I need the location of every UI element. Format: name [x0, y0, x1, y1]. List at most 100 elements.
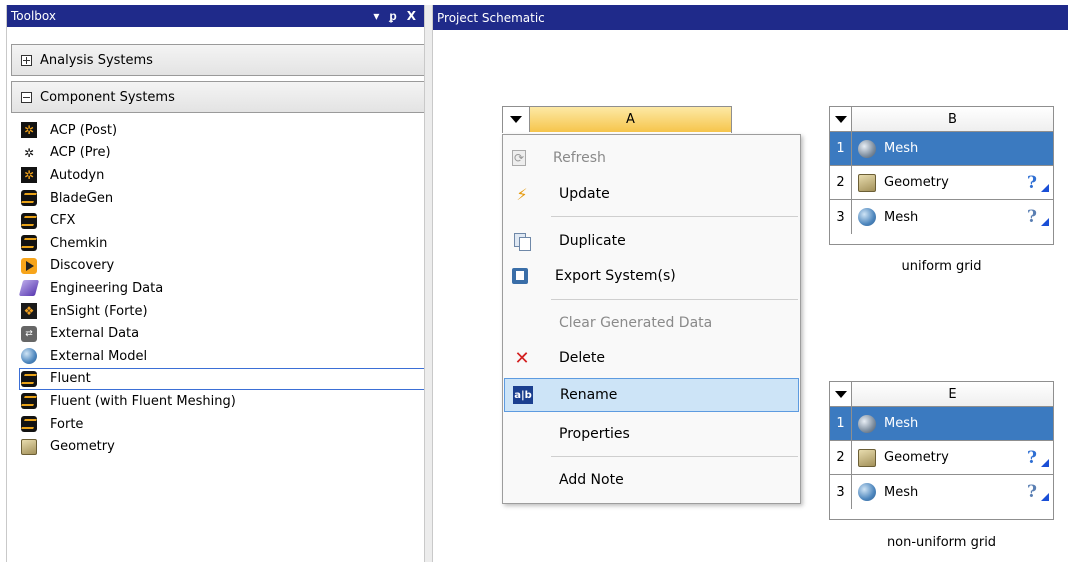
- toolbox-item-acp-post[interactable]: ✲ ACP (Post): [19, 119, 425, 142]
- system-caption[interactable]: uniform grid: [829, 259, 1054, 274]
- system-menu-arrow-icon[interactable]: [503, 107, 530, 132]
- group-label: Analysis Systems: [40, 52, 153, 68]
- system-cell-mesh[interactable]: 3 Mesh ?: [830, 475, 1053, 509]
- toolbox-item-engineering-data[interactable]: Engineering Data: [18, 277, 425, 300]
- toolbox-item-geometry[interactable]: Geometry: [19, 435, 425, 458]
- delete-icon: ✕: [514, 347, 530, 369]
- panel-splitter[interactable]: [424, 5, 433, 562]
- toolbox-item-acp-pre[interactable]: ✲ ACP (Pre): [19, 142, 425, 165]
- toolbox-panel: Toolbox ▾ ᵱ X Analysis Systems Component…: [6, 5, 425, 562]
- duplicate-icon: [512, 231, 532, 251]
- menu-item-label: Refresh: [553, 150, 606, 166]
- system-caption[interactable]: non-uniform grid: [829, 535, 1054, 550]
- item-label: Fluent (with Fluent Meshing): [50, 393, 236, 409]
- menu-item-refresh[interactable]: ⟳ Refresh: [504, 141, 799, 175]
- geometry-icon: [858, 173, 876, 192]
- status-unfulfilled-icon: ?: [1027, 207, 1037, 227]
- toolbox-item-external-model[interactable]: External Model: [19, 345, 425, 368]
- item-label: ACP (Pre): [50, 145, 111, 161]
- menu-item-duplicate[interactable]: Duplicate: [504, 224, 799, 258]
- schematic-titlebar: Project Schematic: [433, 5, 1068, 30]
- cell-label: Mesh: [884, 416, 919, 431]
- system-letter[interactable]: E: [852, 382, 1053, 406]
- context-menu: ⟳ Refresh ⚡ Update Duplicate Export Syst…: [502, 134, 801, 504]
- toolbox-item-fluent[interactable]: Fluent: [19, 367, 425, 391]
- corner-triangle-icon: [1041, 458, 1049, 467]
- system-a[interactable]: A: [502, 106, 732, 133]
- geometry-icon: [21, 438, 37, 455]
- system-cell-geometry[interactable]: 2 Geometry ?: [830, 166, 1053, 200]
- schematic-title: Project Schematic: [437, 10, 545, 25]
- group-analysis-systems[interactable]: Analysis Systems: [11, 44, 425, 76]
- toolbox-close-icon[interactable]: X: [407, 9, 416, 23]
- item-label: Engineering Data: [50, 280, 164, 296]
- system-menu-arrow-icon[interactable]: [830, 107, 852, 131]
- system-letter[interactable]: A: [530, 107, 731, 132]
- rename-icon: a|b: [513, 386, 533, 404]
- toolbox-item-cfx[interactable]: CFX: [19, 209, 425, 232]
- engineering-data-icon: [18, 280, 40, 297]
- item-label: Geometry: [50, 439, 115, 455]
- system-e[interactable]: E 1 Mesh 2 Geometry ? 3 Mesh ?: [829, 381, 1054, 520]
- expand-icon[interactable]: [21, 54, 32, 66]
- toolbox-item-external-data[interactable]: ⇄ External Data: [19, 322, 425, 345]
- toolbox-item-chemkin[interactable]: Chemkin: [19, 232, 425, 255]
- menu-item-label: Clear Generated Data: [559, 315, 713, 331]
- external-data-icon: ⇄: [21, 325, 37, 342]
- menu-item-delete[interactable]: ✕ Delete: [504, 341, 799, 375]
- update-icon: ⚡: [516, 184, 528, 204]
- menu-item-clear-generated-data[interactable]: Clear Generated Data: [504, 306, 799, 340]
- toolbox-dropdown-icon[interactable]: ▾: [373, 9, 379, 23]
- menu-item-label: Rename: [560, 387, 618, 403]
- fluent-meshing-icon: [21, 393, 37, 410]
- menu-separator: [551, 456, 798, 457]
- toolbox-item-discovery[interactable]: Discovery: [19, 255, 425, 278]
- menu-item-rename[interactable]: a|b Rename: [504, 378, 799, 412]
- system-menu-arrow-icon[interactable]: [830, 382, 852, 406]
- item-label: External Data: [50, 326, 140, 342]
- system-cell-mesh[interactable]: 1 Mesh: [830, 407, 1053, 441]
- status-unfulfilled-icon: ?: [1027, 172, 1037, 193]
- toolbox-item-ensight[interactable]: ❖ EnSight (Forte): [19, 300, 425, 323]
- acp-pre-icon: ✲: [21, 144, 37, 161]
- system-cell-mesh[interactable]: 3 Mesh ?: [830, 200, 1053, 234]
- refresh-icon: ⟳: [512, 150, 526, 166]
- component-list: ✲ ACP (Post) ✲ ACP (Pre) ✲ Autodyn Blade…: [18, 119, 425, 458]
- autodyn-icon: ✲: [21, 167, 37, 184]
- system-cell-geometry[interactable]: 2 Geometry ?: [830, 441, 1053, 475]
- mesh-icon: [858, 208, 876, 226]
- toolbox-item-fluent-meshing[interactable]: Fluent (with Fluent Meshing): [19, 390, 425, 413]
- corner-triangle-icon: [1041, 183, 1049, 192]
- cell-label: Mesh: [884, 484, 919, 500]
- mesh-icon: [858, 139, 876, 158]
- group-component-systems[interactable]: Component Systems: [11, 81, 425, 113]
- discovery-icon: [21, 257, 37, 274]
- item-label: Autodyn: [50, 167, 105, 183]
- cell-number: 3: [830, 200, 852, 234]
- menu-item-label: Export System(s): [555, 268, 676, 284]
- status-unfulfilled-icon: ?: [1027, 447, 1037, 468]
- item-label: Chemkin: [50, 235, 108, 251]
- menu-item-label: Add Note: [559, 472, 624, 488]
- ensight-icon: ❖: [21, 303, 37, 320]
- cell-label: Mesh: [884, 209, 919, 225]
- status-unfulfilled-icon: ?: [1027, 482, 1037, 502]
- toolbox-pin-icon[interactable]: ᵱ: [389, 9, 396, 23]
- system-letter[interactable]: B: [852, 107, 1053, 131]
- system-cell-mesh[interactable]: 1 Mesh: [830, 132, 1053, 166]
- menu-item-add-note[interactable]: Add Note: [504, 463, 799, 497]
- toolbox-item-autodyn[interactable]: ✲ Autodyn: [19, 164, 425, 187]
- item-label: ACP (Post): [50, 122, 118, 138]
- menu-item-properties[interactable]: Properties: [504, 417, 799, 451]
- collapse-icon[interactable]: [21, 91, 32, 103]
- system-b[interactable]: B 1 Mesh 2 Geometry ? 3 Mesh ?: [829, 106, 1054, 245]
- bladegen-icon: [21, 190, 37, 207]
- mesh-icon: [858, 414, 876, 433]
- menu-item-update[interactable]: ⚡ Update: [504, 177, 799, 211]
- cell-number: 2: [830, 441, 852, 474]
- menu-item-label: Duplicate: [559, 233, 626, 249]
- toolbox-item-forte[interactable]: Forte: [19, 413, 425, 436]
- toolbox-item-bladegen[interactable]: BladeGen: [19, 187, 425, 210]
- menu-item-export-systems[interactable]: Export System(s): [504, 259, 799, 293]
- toolbox-title: Toolbox: [11, 9, 56, 23]
